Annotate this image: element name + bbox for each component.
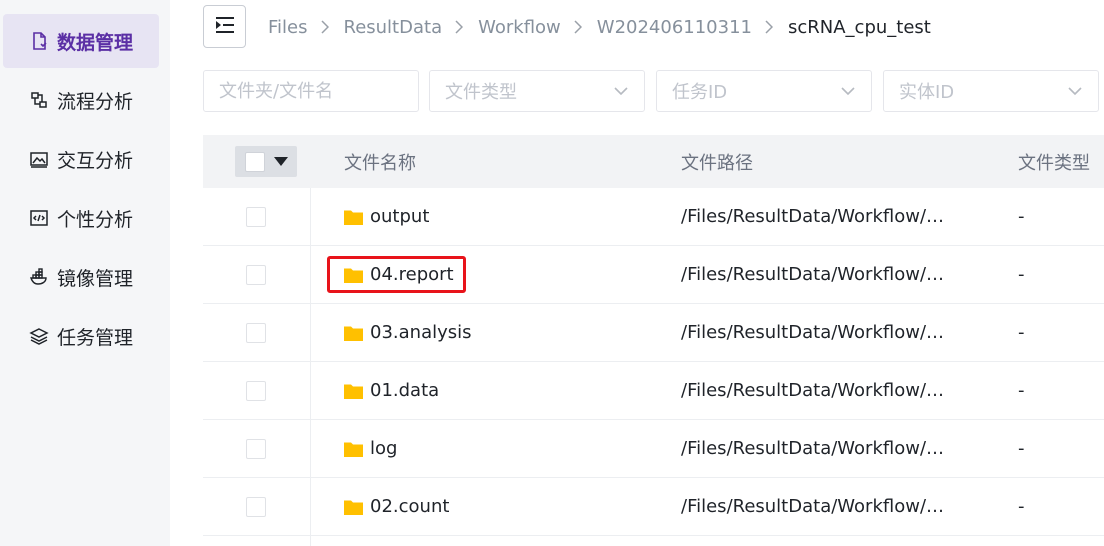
row-checkbox[interactable]: [246, 323, 266, 343]
row-checkbox[interactable]: [246, 265, 266, 285]
file-path: /Files/ResultData/Workflow/…: [681, 206, 945, 227]
chevron-right-icon: [320, 20, 331, 34]
file-name-cell[interactable]: 01.data: [344, 362, 439, 419]
file-path: /Files/ResultData/Workflow/…: [681, 438, 945, 459]
file-icon: [29, 31, 49, 51]
file-path: /Files/ResultData/Workflow/…: [681, 496, 945, 517]
sidebar-item-label: 任务管理: [57, 326, 134, 349]
sidebar: 数据管理 流程分析 交互分析 个性分析 镜像管理 任务管理: [0, 0, 170, 546]
entity-id-placeholder: 实体ID: [899, 82, 955, 103]
file-path: /Files/ResultData/Workflow/…: [681, 264, 945, 285]
collapse-menu-icon: [215, 16, 234, 37]
file-name-cell[interactable]: 04.report: [344, 246, 454, 303]
table-row[interactable]: log /Files/ResultData/Workflow/… -: [203, 420, 1104, 478]
file-name[interactable]: 04.report: [370, 264, 454, 285]
table-row[interactable]: 04.report /Files/ResultData/Workflow/… -: [203, 246, 1104, 304]
file-type: -: [1018, 264, 1025, 285]
filetype-placeholder: 文件类型: [445, 82, 517, 103]
sidebar-item-label: 个性分析: [57, 208, 134, 231]
sidebar-item-label: 交互分析: [57, 149, 134, 172]
column-header-path: 文件路径: [681, 152, 753, 174]
sidebar-item-label: 流程分析: [57, 90, 134, 113]
table-row[interactable]: 01.data /Files/ResultData/Workflow/… -: [203, 362, 1104, 420]
select-all-dropdown[interactable]: [235, 146, 297, 177]
table-header: 文件名称 文件路径 文件类型: [203, 135, 1104, 188]
breadcrumb: Files ResultData Workflow W202406110311 …: [268, 14, 931, 40]
breadcrumb-workflow-id[interactable]: W202406110311: [597, 17, 752, 38]
sidebar-item-label: 镜像管理: [57, 267, 134, 290]
file-name-cell[interactable]: 03.analysis: [344, 304, 472, 361]
row-checkbox[interactable]: [246, 381, 266, 401]
chevron-down-icon: [1068, 87, 1082, 96]
column-header-name: 文件名称: [344, 152, 416, 174]
sidebar-item-image-management[interactable]: 镜像管理: [3, 250, 159, 304]
file-type: -: [1018, 438, 1025, 459]
file-type: -: [1018, 322, 1025, 343]
task-id-select[interactable]: 任务ID: [656, 70, 872, 112]
breadcrumb-resultdata[interactable]: ResultData: [344, 17, 443, 38]
file-name[interactable]: 03.analysis: [370, 322, 472, 343]
docker-icon: [29, 267, 49, 287]
row-checkbox[interactable]: [246, 207, 266, 227]
table-row[interactable]: 02.count /Files/ResultData/Workflow/… -: [203, 478, 1104, 536]
file-name[interactable]: 01.data: [370, 380, 439, 401]
image-chart-icon: [29, 149, 49, 169]
chevron-right-icon: [765, 20, 775, 34]
sidebar-item-custom-analysis[interactable]: 个性分析: [3, 191, 159, 245]
sidebar-item-label: 数据管理: [57, 31, 134, 54]
file-name-cell[interactable]: log: [344, 420, 397, 477]
task-id-placeholder: 任务ID: [672, 82, 728, 103]
sidebar-item-interactive-analysis[interactable]: 交互分析: [3, 132, 159, 186]
sidebar-item-task-management[interactable]: 任务管理: [3, 309, 159, 363]
file-path: /Files/ResultData/Workflow/…: [681, 322, 945, 343]
table-row[interactable]: 03.analysis /Files/ResultData/Workflow/……: [203, 304, 1104, 362]
chevron-down-icon: [841, 87, 855, 96]
folder-icon: [344, 500, 363, 515]
code-icon: [29, 208, 49, 228]
sidebar-item-workflow-analysis[interactable]: 流程分析: [3, 73, 159, 127]
column-header-type: 文件类型: [1018, 152, 1090, 174]
select-all-checkbox[interactable]: [245, 151, 265, 172]
chevron-right-icon: [455, 20, 465, 34]
file-type: -: [1018, 380, 1025, 401]
file-table: 文件名称 文件路径 文件类型 output /Files/ResultData/…: [203, 135, 1104, 546]
chevron-down-icon: [614, 87, 628, 96]
sidebar-item-data-management[interactable]: 数据管理: [3, 14, 159, 68]
table-row[interactable]: output /Files/ResultData/Workflow/… -: [203, 188, 1104, 246]
file-name-cell[interactable]: 02.count: [344, 478, 449, 535]
file-name[interactable]: output: [370, 206, 429, 227]
folder-icon: [344, 210, 363, 225]
sidebar-toggle-button[interactable]: [203, 5, 246, 48]
entity-id-select[interactable]: 实体ID: [883, 70, 1099, 112]
breadcrumb-workflow[interactable]: Workflow: [478, 17, 561, 38]
folder-icon: [344, 268, 363, 283]
breadcrumb-current: scRNA_cpu_test: [788, 16, 931, 38]
file-name-cell[interactable]: output: [344, 188, 429, 245]
file-name[interactable]: log: [370, 438, 397, 459]
chevron-right-icon: [574, 20, 584, 34]
filetype-select[interactable]: 文件类型: [429, 70, 645, 112]
filename-filter[interactable]: [203, 70, 419, 112]
row-checkbox[interactable]: [246, 497, 266, 517]
folder-icon: [344, 326, 363, 341]
row-checkbox[interactable]: [246, 439, 266, 459]
breadcrumb-files[interactable]: Files: [268, 17, 308, 38]
file-name[interactable]: 02.count: [370, 496, 449, 517]
caret-down-icon: [274, 157, 288, 166]
flow-icon: [29, 90, 49, 110]
folder-icon: [344, 384, 363, 399]
file-type: -: [1018, 496, 1025, 517]
file-type: -: [1018, 206, 1025, 227]
filename-search-input[interactable]: [219, 80, 418, 102]
layers-icon: [29, 326, 49, 346]
file-path: /Files/ResultData/Workflow/…: [681, 380, 945, 401]
folder-icon: [344, 442, 363, 457]
